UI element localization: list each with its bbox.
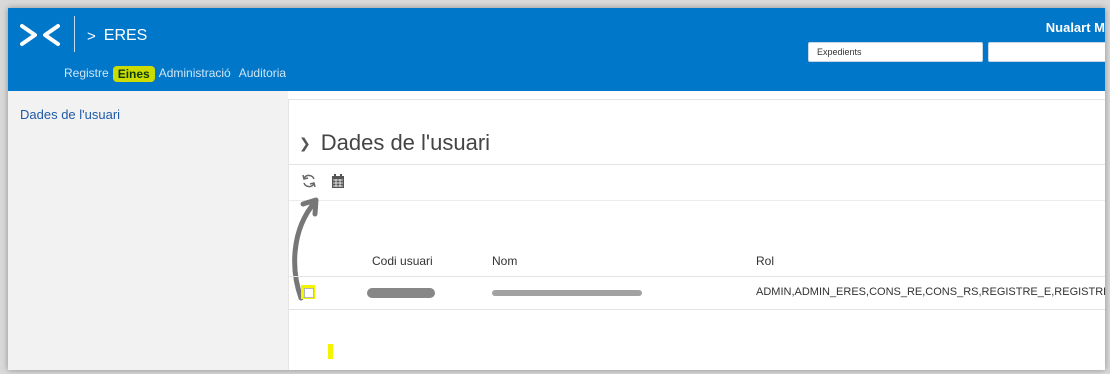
user-name[interactable]: Nualart M [1046, 20, 1105, 35]
column-header-codi-usuari[interactable]: Codi usuari [372, 254, 433, 268]
search-input-secondary[interactable] [988, 42, 1105, 62]
search-input[interactable]: Expedients [808, 42, 983, 62]
menu-item-administracio[interactable]: Administració [155, 66, 235, 82]
refresh-icon[interactable] [301, 173, 317, 189]
panel-header[interactable]: ❯ Dades de l'usuari [299, 130, 490, 156]
page-title: Dades de l'usuari [320, 130, 491, 155]
menu-item-eines[interactable]: Eines [112, 66, 155, 82]
highlight-mark [328, 344, 333, 359]
toolbar [301, 173, 345, 189]
redacted-codi [367, 288, 435, 298]
rol-cell: ADMIN,ADMIN_ERES,CONS_RE,CONS_RS,REGISTR… [756, 286, 1105, 298]
top-bar: > ERES Nualart M Expedients Registre Ein… [8, 8, 1105, 91]
breadcrumb: > ERES [87, 27, 147, 45]
chevron-down-icon[interactable]: ❯ [299, 135, 311, 152]
divider [289, 164, 1105, 165]
menu-item-registre[interactable]: Registre [60, 66, 113, 82]
redacted-nom [492, 290, 642, 296]
app-logo-icon[interactable] [20, 22, 60, 48]
sidebar-item-dades-usuari[interactable]: Dades de l'usuari [20, 107, 120, 122]
main-menu: Registre Eines Administració Auditoria [60, 66, 290, 82]
column-header-rol[interactable]: Rol [756, 254, 774, 268]
sidebar: Dades de l'usuari [8, 91, 288, 370]
chevron-right-icon: > [87, 27, 96, 45]
divider [289, 309, 1105, 310]
app-title[interactable]: ERES [104, 27, 148, 45]
calendar-icon[interactable] [331, 173, 345, 189]
row-checkbox[interactable] [304, 288, 314, 298]
divider [289, 200, 1105, 201]
app-window: > ERES Nualart M Expedients Registre Ein… [8, 8, 1105, 370]
menu-item-auditoria[interactable]: Auditoria [235, 66, 290, 82]
logo-divider [74, 16, 75, 52]
table-row[interactable]: ADMIN,ADMIN_ERES,CONS_RE,CONS_RS,REGISTR… [289, 277, 1105, 309]
main-panel: ❯ Dades de l'usuari Codi usuari Nom Rol … [288, 99, 1105, 370]
column-header-nom[interactable]: Nom [492, 254, 517, 268]
